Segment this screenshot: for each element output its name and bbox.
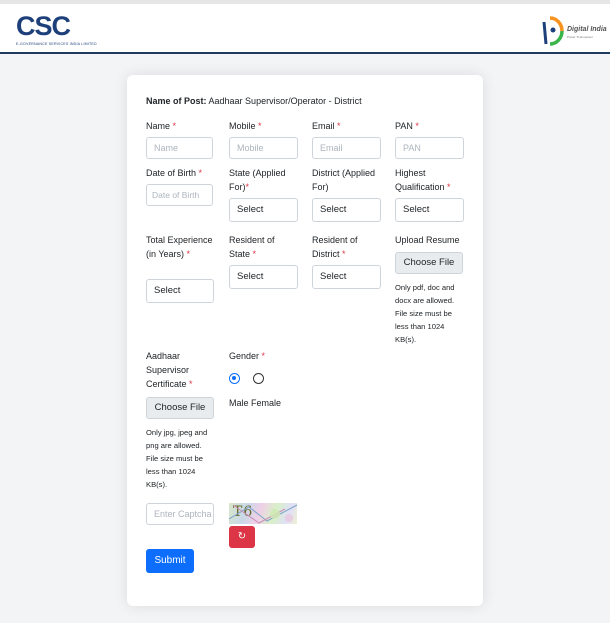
csc-logo[interactable]: CSC E-GOVERNANCE SERVICES INDIA LIMITED (16, 12, 102, 48)
district-label: District (Applied For) (312, 168, 376, 192)
pan-label: PAN * (395, 121, 419, 131)
email-input[interactable]: Email (312, 137, 381, 159)
digital-india-logo[interactable]: Digital India Power To Empower (536, 14, 607, 48)
certificate-label: Aadhaar Supervisor Certificate * (146, 351, 193, 389)
gender-male-label[interactable]: Male (229, 398, 249, 408)
captcha-refresh-button[interactable]: ↻ (229, 526, 255, 548)
gender-male-radio[interactable] (229, 373, 240, 384)
resident-district-select[interactable]: Select (312, 265, 381, 289)
resident-state-label: Resident of State * (229, 235, 275, 259)
qualification-label: Highest Qualification * (395, 168, 451, 192)
gender-label: Gender * (229, 351, 266, 361)
gender-female-label[interactable]: Female (251, 398, 281, 408)
digital-india-title: Digital India (567, 26, 607, 33)
captcha-noise (229, 504, 297, 524)
resident-district-label: Resident of District * (312, 235, 358, 259)
certificate-choose-file-button[interactable]: Choose File (146, 397, 214, 419)
district-select[interactable]: Select (312, 198, 381, 222)
dob-label: Date of Birth * (146, 168, 203, 178)
mobile-input[interactable]: Mobile (229, 137, 298, 159)
csc-tagline: E-GOVERNANCE SERVICES INDIA LIMITED (16, 42, 97, 46)
qualification-select[interactable]: Select (395, 198, 464, 222)
dob-input[interactable]: Date of Birth (146, 184, 213, 206)
captcha-image: T6 (229, 503, 297, 524)
name-input[interactable]: Name (146, 137, 213, 159)
email-label: Email * (312, 121, 341, 131)
resume-help-text: Only pdf, doc and docx are allowed. File… (395, 283, 455, 344)
pan-input[interactable]: PAN (395, 137, 464, 159)
resume-choose-file-button[interactable]: Choose File (395, 252, 463, 274)
digital-india-icon (542, 16, 564, 46)
csc-logo-text: CSC (16, 11, 71, 41)
gender-female-radio[interactable] (253, 373, 264, 384)
captcha-input[interactable]: Enter Captcha (146, 503, 214, 525)
state-label: State (Applied For)* (229, 168, 286, 192)
experience-label: Total Experience (in Years) * (146, 235, 213, 259)
browser-strip (0, 0, 610, 4)
post-title: Name of Post: Aadhaar Supervisor/Operato… (146, 96, 362, 106)
refresh-icon: ↻ (237, 531, 247, 542)
certificate-help-text: Only jpg, jpeg and png are allowed. File… (146, 428, 208, 489)
name-label: Name * (146, 121, 177, 131)
mobile-label: Mobile * (229, 121, 262, 131)
resume-label: Upload Resume (395, 235, 460, 245)
resident-state-select[interactable]: Select (229, 265, 298, 289)
state-select[interactable]: Select (229, 198, 298, 222)
submit-button[interactable]: Submit (146, 549, 194, 573)
experience-select[interactable]: Select (146, 279, 214, 303)
gender-options-label: Male Female (229, 396, 281, 410)
digital-india-tagline: Power To Empower (567, 35, 593, 39)
application-form: Name of Post: Aadhaar Supervisor/Operato… (127, 75, 483, 606)
top-header: CSC E-GOVERNANCE SERVICES INDIA LIMITED … (0, 0, 610, 54)
